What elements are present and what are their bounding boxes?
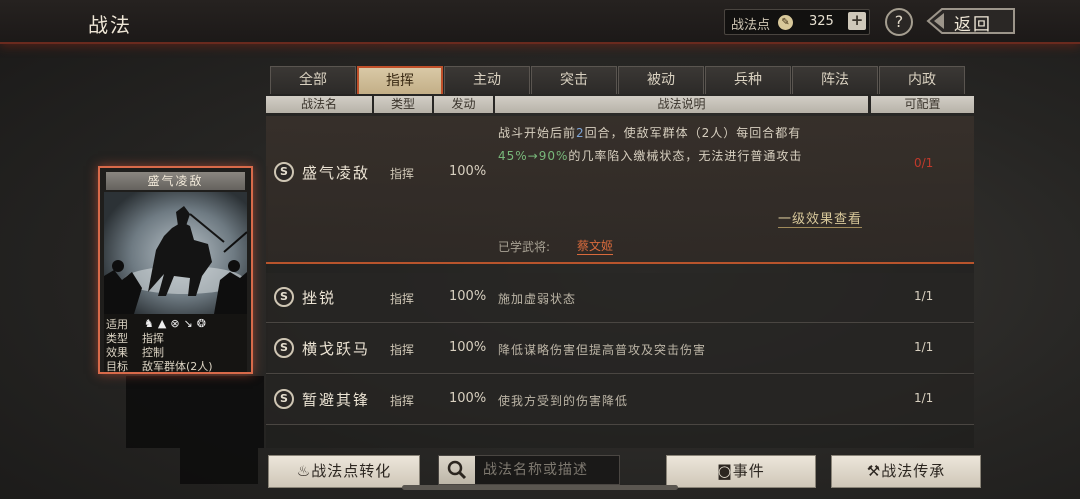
add-points-button[interactable]: + bbox=[848, 12, 866, 30]
tactic-count: 0/1 bbox=[914, 156, 934, 170]
back-button[interactable]: 返回 bbox=[926, 7, 1016, 35]
convert-points-button[interactable]: ♨战法点转化 bbox=[268, 455, 420, 488]
card-target-label: 目标 bbox=[106, 360, 128, 373]
list-item[interactable]: S 横戈跃马 指挥 100% 降低谋略伤害但提高普攻及突击伤害 1/1 bbox=[266, 324, 974, 374]
list-item-selected[interactable]: S 盛气凌敌 指挥 100% 战斗开始后前2回合，使敌军群体（2人）每回合都有 … bbox=[266, 116, 974, 264]
help-button[interactable]: ? bbox=[885, 8, 913, 36]
tab-active[interactable]: 主动 bbox=[444, 66, 530, 94]
tab-troop-type[interactable]: 兵种 bbox=[705, 66, 791, 94]
column-header-count[interactable]: 可配置 bbox=[871, 96, 974, 113]
card-target-row: 目标 敌军群体(2人) bbox=[106, 358, 213, 374]
column-header-rate[interactable]: 发动 bbox=[434, 96, 493, 113]
tactic-type: 指挥 bbox=[390, 394, 415, 408]
tactic-type: 指挥 bbox=[390, 343, 415, 357]
tactic-name: 挫锐 bbox=[302, 289, 337, 307]
tactic-count: 1/1 bbox=[914, 391, 934, 405]
tactic-inheritance-label: 战法传承 bbox=[881, 462, 946, 480]
card-title: 盛气凌敌 bbox=[106, 172, 245, 190]
tactic-type: 指挥 bbox=[390, 292, 415, 306]
tab-formation[interactable]: 阵法 bbox=[792, 66, 878, 94]
tab-passive[interactable]: 被动 bbox=[618, 66, 704, 94]
tactic-points-label: 战法点 bbox=[731, 18, 771, 33]
events-button[interactable]: ◙事件 bbox=[666, 455, 816, 488]
tab-internal-affairs[interactable]: 内政 bbox=[879, 66, 965, 94]
tactic-points-value: 325 bbox=[809, 14, 834, 29]
tactic-points-icon: ✎ bbox=[778, 15, 793, 30]
tactic-rate: 100% bbox=[449, 340, 487, 355]
search-icon[interactable] bbox=[439, 456, 475, 484]
column-header-name[interactable]: 战法名 bbox=[266, 96, 372, 113]
hammer-icon: ⚒ bbox=[866, 462, 882, 480]
grade-badge: S bbox=[274, 338, 294, 358]
grade-badge: S bbox=[274, 162, 294, 182]
tactic-name: 横戈跃马 bbox=[302, 340, 371, 358]
tactic-rate: 100% bbox=[449, 391, 487, 406]
tactic-name: 盛气凌敌 bbox=[302, 164, 371, 182]
search-input[interactable] bbox=[483, 460, 617, 480]
grade-badge: S bbox=[274, 287, 294, 307]
events-icon: ◙ bbox=[717, 462, 733, 480]
background-card-shadow bbox=[180, 448, 258, 484]
tactic-description-line-1: 战斗开始后前2回合，使敌军群体（2人）每回合都有 bbox=[498, 126, 802, 140]
learned-general-link[interactable]: 蔡文姬 bbox=[577, 237, 614, 255]
tab-command[interactable]: 指挥 bbox=[357, 66, 443, 94]
card-artwork bbox=[104, 192, 247, 314]
tab-all[interactable]: 全部 bbox=[270, 66, 356, 94]
events-label: 事件 bbox=[732, 462, 765, 480]
column-header-type[interactable]: 类型 bbox=[374, 96, 432, 113]
tab-assault[interactable]: 突击 bbox=[531, 66, 617, 94]
tactic-count: 1/1 bbox=[914, 289, 934, 303]
list-item[interactable]: S 暂避其锋 指挥 100% 使我方受到的伤害降低 1/1 bbox=[266, 375, 974, 425]
card-target-value: 敌军群体(2人) bbox=[142, 360, 213, 373]
tactic-inheritance-button[interactable]: ⚒战法传承 bbox=[831, 455, 981, 488]
back-label: 返回 bbox=[954, 15, 992, 35]
list-item[interactable]: S 挫锐 指挥 100% 施加虚弱状态 1/1 bbox=[266, 273, 974, 323]
tactic-name: 暂避其锋 bbox=[302, 391, 371, 409]
top-bar: 战法 战法点 ✎ 325 + ? 返回 bbox=[0, 0, 1080, 44]
tactics-list[interactable]: S 盛气凌敌 指挥 100% 战斗开始后前2回合，使敌军群体（2人）每回合都有 … bbox=[266, 116, 974, 448]
tactic-description-line-2: 45%→90%的几率陷入缴械状态，无法进行普通攻击 bbox=[498, 149, 803, 163]
tactic-description: 施加虚弱状态 bbox=[498, 292, 577, 306]
tactic-count: 1/1 bbox=[914, 340, 934, 354]
convert-points-label: 战法点转化 bbox=[311, 462, 392, 480]
level-one-effect-link[interactable]: 一级效果查看 bbox=[778, 208, 863, 228]
troop-type-icons: ♞▲⊗↘❂ bbox=[144, 317, 210, 330]
tactic-type: 指挥 bbox=[390, 167, 415, 181]
tactic-rate: 100% bbox=[449, 164, 487, 179]
home-indicator[interactable] bbox=[402, 485, 678, 490]
background-card-shadow bbox=[126, 376, 264, 448]
tactic-description: 使我方受到的伤害降低 bbox=[498, 394, 629, 408]
column-header-description: 战法说明 bbox=[495, 96, 868, 113]
learned-generals-label: 已学武将: bbox=[498, 240, 551, 254]
tactic-rate: 100% bbox=[449, 289, 487, 304]
search-box[interactable] bbox=[438, 455, 620, 485]
flame-icon: ♨ bbox=[296, 462, 312, 480]
tactic-description: 降低谋略伤害但提高普攻及突击伤害 bbox=[498, 343, 707, 357]
page-title: 战法 bbox=[88, 13, 132, 37]
tactic-detail-card: 盛气凌敌 适用 ♞▲⊗↘❂ 类型 指挥 效果 控制 目标 敌军群体(2人) bbox=[98, 166, 253, 374]
grade-badge: S bbox=[274, 389, 294, 409]
card-info-panel: 适用 ♞▲⊗↘❂ 类型 指挥 效果 控制 目标 敌军群体(2人) bbox=[104, 314, 247, 374]
